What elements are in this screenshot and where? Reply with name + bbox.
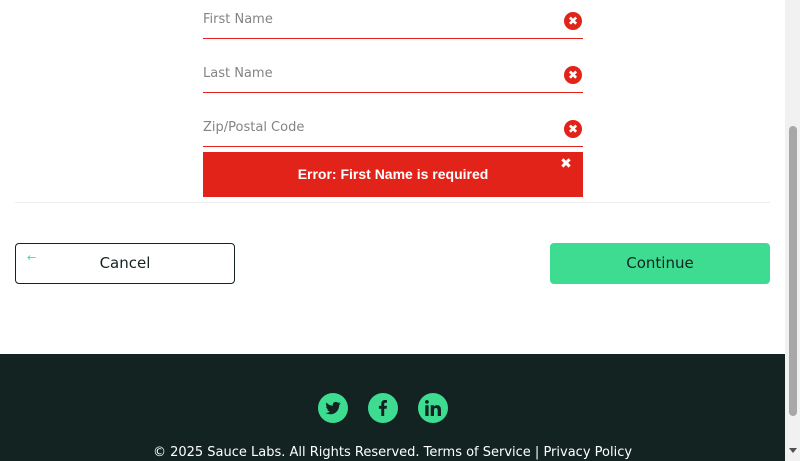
twitter-bird-glyph [325,401,341,415]
first-name-input[interactable] [203,0,553,38]
scrollbar-thumb[interactable] [789,126,797,416]
zip-code-field: ✖ [203,108,583,147]
error-icon: ✖ [564,12,582,30]
last-name-input[interactable] [203,54,553,92]
footer-copyright: © 2025 Sauce Labs. All Rights Reserved. … [152,445,633,460]
cancel-button[interactable]: ← Cancel [15,243,235,284]
zip-code-input[interactable] [203,108,553,146]
error-message: Error: First Name is required [297,166,489,182]
continue-button[interactable]: Continue [550,243,770,284]
checkout-page: ✖ ✖ ✖ Error: First Name is required ✖ ← … [0,0,785,461]
error-close-button[interactable]: ✖ [559,156,573,172]
cancel-button-label: Cancel [99,254,151,272]
error-icon: ✖ [564,120,582,138]
continue-button-label: Continue [626,254,694,272]
linkedin-icon[interactable] [418,393,448,423]
divider [15,202,770,203]
last-name-field: ✖ [203,54,583,93]
error-icon: ✖ [564,66,582,84]
vertical-scrollbar[interactable] [785,0,800,461]
facebook-icon[interactable] [368,393,398,423]
error-message-container: Error: First Name is required ✖ [203,152,583,197]
footer: © 2025 Sauce Labs. All Rights Reserved. … [0,354,785,461]
first-name-field: ✖ [203,0,583,39]
scroll-down-arrow-icon[interactable] [789,448,797,453]
linkedin-in-glyph [425,400,441,416]
facebook-f-glyph [378,400,387,416]
twitter-icon[interactable] [318,393,348,423]
